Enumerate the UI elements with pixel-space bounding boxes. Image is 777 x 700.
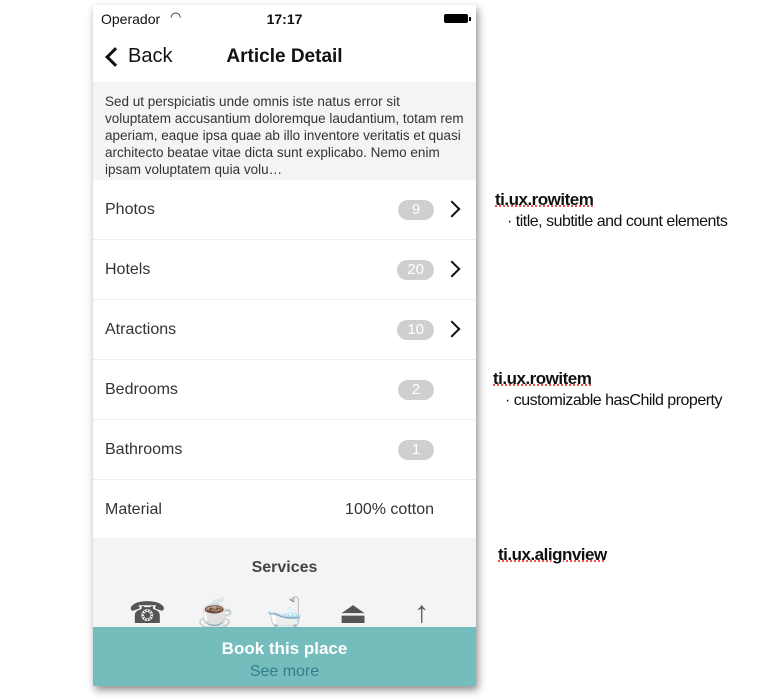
row-title: Material bbox=[105, 501, 162, 518]
count-badge: 1 bbox=[398, 440, 434, 460]
row-atractions[interactable]: Atractions 10 bbox=[93, 300, 476, 360]
row-value: 100% cotton bbox=[345, 501, 434, 518]
annotation-subtitle: · title, subtitle and count elements bbox=[507, 213, 728, 230]
row-bedrooms: Bedrooms 2 bbox=[93, 360, 476, 420]
row-material: Material 100% cotton bbox=[93, 480, 476, 539]
annotation-subtitle: · customizable hasChild property bbox=[505, 392, 723, 409]
description: Sed ut perspiciatis unde omnis iste natu… bbox=[93, 82, 476, 180]
row-photos[interactable]: Photos 9 bbox=[93, 180, 476, 240]
annotation-3: ti.ux.alignview bbox=[498, 545, 607, 565]
see-more-link[interactable]: See more bbox=[93, 663, 476, 681]
count-badge: 2 bbox=[398, 380, 434, 400]
row-hotels[interactable]: Hotels 20 bbox=[93, 240, 476, 300]
phone-screen: Operador ◠ 17:17 Back Article Detail Sed… bbox=[93, 5, 476, 686]
page-title: Article Detail bbox=[226, 46, 343, 67]
row-bathrooms: Bathrooms 1 bbox=[93, 420, 476, 480]
row-list: Photos 9 Hotels 20 Atractions 10 Bedroom… bbox=[93, 180, 476, 539]
row-title: Bedrooms bbox=[105, 381, 178, 398]
status-bar: Operador ◠ 17:17 bbox=[93, 5, 476, 32]
mug-icon: ☕ bbox=[197, 597, 235, 630]
row-title: Photos bbox=[105, 201, 155, 218]
count-badge: 9 bbox=[398, 200, 434, 220]
bathtub-icon: 🛁 bbox=[265, 597, 304, 630]
chevron-right-icon bbox=[443, 260, 461, 278]
chevron-right-icon bbox=[443, 200, 461, 218]
clock: 17:17 bbox=[266, 11, 303, 27]
nav-bar: Back Article Detail bbox=[93, 32, 476, 83]
chevron-right-icon bbox=[443, 320, 461, 338]
battery-icon bbox=[444, 14, 471, 23]
row-title: Bathrooms bbox=[105, 441, 183, 458]
annotation-2: ti.ux.rowitem · customizable hasChild pr… bbox=[493, 369, 723, 410]
count-badge: 10 bbox=[397, 320, 434, 340]
phone-icon: ☎ bbox=[128, 597, 166, 630]
annotation-title: ti.ux.rowitem bbox=[495, 190, 594, 209]
lamp-icon: ⏏ bbox=[338, 597, 368, 630]
services-title: Services bbox=[251, 559, 318, 576]
annotation-1: ti.ux.rowitem · title, subtitle and coun… bbox=[495, 190, 728, 231]
row-title: Hotels bbox=[105, 261, 151, 278]
rocket-icon: ↑ bbox=[414, 596, 430, 629]
count-badge: 20 bbox=[397, 260, 434, 280]
row-title: Atractions bbox=[105, 321, 177, 338]
annotation-title: ti.ux.rowitem bbox=[493, 369, 592, 388]
annotation-title: ti.ux.alignview bbox=[498, 545, 607, 564]
